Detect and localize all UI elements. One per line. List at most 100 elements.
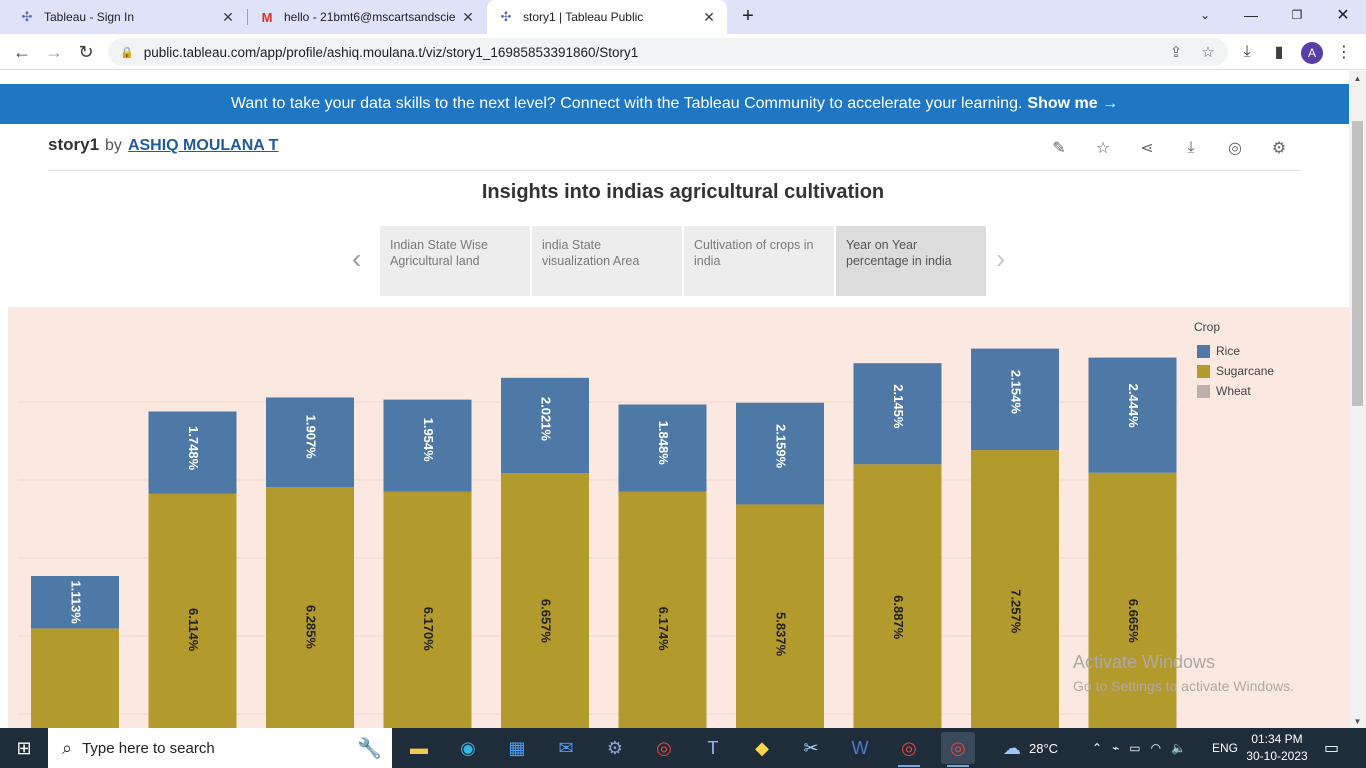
tab-story1[interactable]: ✣ story1 | Tableau Public ✕ [487, 0, 727, 34]
tab-gmail[interactable]: M hello - 21bmt6@mscartsandscie ✕ [248, 0, 486, 34]
legend-swatch [1197, 344, 1210, 358]
rice-data-label: 2.444% [1126, 384, 1141, 429]
sugarcane-data-label: 7.257% [1009, 589, 1024, 634]
legend-label: Sugarcane [1216, 364, 1275, 378]
volume-icon[interactable]: 🔈 [1171, 741, 1186, 755]
weather-temp: 28°C [1029, 740, 1059, 756]
bookmark-star-icon[interactable]: ☆ [1198, 42, 1218, 62]
favorite-star-icon[interactable]: ☆ [1092, 137, 1114, 159]
tab-search-icon[interactable]: ⌄ [1182, 0, 1228, 30]
close-tab-icon[interactable]: ✕ [701, 9, 717, 25]
legend-item-rice[interactable]: Rice [1194, 341, 1274, 361]
tab-tableau-sign-in[interactable]: ✣ Tableau - Sign In ✕ [0, 0, 246, 34]
minimize-button[interactable]: — [1228, 0, 1274, 30]
snipping-tool-icon[interactable]: ✂ [794, 732, 828, 764]
story-point-3[interactable]: Cultivation of crops in india [684, 226, 834, 296]
menu-icon[interactable]: ⋮ [1334, 42, 1354, 62]
taskbar-clock[interactable]: 01:34 PM 30-10-2023 [1246, 731, 1308, 765]
url-text: public.tableau.com/app/profile/ashiq.mou… [143, 44, 639, 60]
edge-icon[interactable]: ◉ [451, 732, 485, 764]
legend-item-wheat[interactable]: Wheat [1194, 381, 1274, 401]
restore-button[interactable]: ❐ [1274, 0, 1320, 30]
weather-widget[interactable]: ☁ 28°C [1003, 728, 1058, 768]
viz-name: story1 [48, 135, 100, 154]
story-next-arrow-icon[interactable]: › [996, 243, 1005, 275]
gmail-icon: M [261, 9, 273, 25]
web-page: Want to take your data skills to the nex… [0, 71, 1349, 728]
tex-icon[interactable]: T [696, 732, 730, 764]
address-bar[interactable]: 🔒 public.tableau.com/app/profile/ashiq.m… [108, 38, 1228, 66]
profile-avatar[interactable]: A [1301, 42, 1323, 64]
clock-time: 01:34 PM [1251, 732, 1303, 746]
word-icon[interactable]: W [843, 732, 877, 764]
chrome-icon[interactable]: ◎ [647, 732, 681, 764]
share-icon[interactable]: ⇪ [1166, 42, 1186, 62]
close-tab-icon[interactable]: ✕ [220, 9, 236, 25]
app-icon[interactable]: ⚙ [598, 732, 632, 764]
new-tab-button[interactable]: + [737, 5, 759, 27]
scrollbar-thumb[interactable] [1352, 121, 1363, 406]
sugarcane-data-label: 6.657% [539, 599, 554, 644]
legend-item-sugarcane[interactable]: Sugarcane [1194, 361, 1274, 381]
chevron-up-icon[interactable]: ⌃ [1092, 741, 1102, 755]
story-prev-arrow-icon[interactable]: ‹ [352, 243, 361, 275]
mail-icon[interactable]: ✉ [549, 732, 583, 764]
scroll-up-arrow-icon[interactable]: ▲ [1349, 71, 1366, 85]
browser-toolbar: ← → ↻ 🔒 public.tableau.com/app/profile/a… [0, 34, 1366, 70]
activate-windows-watermark: Activate Windows Go to Settings to activ… [1073, 652, 1294, 694]
viz-header: story1 by ASHIQ MOULANA T [48, 135, 278, 155]
community-banner[interactable]: Want to take your data skills to the nex… [0, 84, 1349, 124]
story-point-4[interactable]: Year on Year percentage in india [836, 226, 986, 296]
language-indicator[interactable]: ENG [1212, 728, 1238, 768]
sugarcane-data-label: 6.170% [421, 607, 436, 652]
tab-title: story1 | Tableau Public [523, 10, 644, 24]
lock-icon: 🔒 [120, 46, 134, 59]
network-icon[interactable]: ⌁ [1112, 741, 1119, 755]
wifi-icon[interactable]: ◠ [1151, 741, 1161, 755]
search-icon: ⌕ [62, 737, 73, 758]
system-tray-icons[interactable]: ⌃ ⌁ ▭ ◠ 🔈 [1092, 728, 1186, 768]
download-icon[interactable]: ⤓ [1237, 42, 1257, 62]
sugarcane-data-label: 6.887% [891, 595, 906, 640]
rice-data-label: 2.154% [1009, 370, 1024, 415]
windows-start-icon[interactable]: ⊞ [0, 728, 48, 768]
file-explorer-icon[interactable]: ▬ [402, 732, 436, 764]
watermark-line2: Go to Settings to activate Windows. [1073, 678, 1294, 694]
browser-tab-strip: ✣ Tableau - Sign In ✕ M hello - 21bmt6@m… [0, 0, 1366, 34]
edit-viz-icon[interactable]: ✎ [1048, 137, 1070, 159]
rice-data-label: 1.907% [304, 415, 319, 460]
miktex-icon[interactable]: ◆ [745, 732, 779, 764]
tableau-icon: ✣ [500, 9, 512, 24]
notification-icon[interactable]: ▭ [1324, 728, 1339, 768]
page-scrollbar[interactable]: ▲ ▼ [1349, 71, 1366, 728]
close-window-button[interactable]: ✕ [1320, 0, 1366, 30]
taskbar-search[interactable]: ⌕ Type here to search 🔧 [48, 728, 392, 768]
author-link[interactable]: ASHIQ MOULANA T [128, 137, 279, 155]
battery-icon[interactable]: ▭ [1129, 741, 1140, 755]
download-viz-icon[interactable]: ⤓ [1180, 137, 1202, 159]
cloud-rain-icon: ☁ [1003, 737, 1021, 758]
bar-sugarcane[interactable] [31, 628, 119, 728]
share-icon[interactable]: ⋖ [1136, 137, 1158, 159]
viz-by: by [105, 137, 122, 154]
store-icon[interactable]: ▦ [500, 732, 534, 764]
sugarcane-data-label: 5.837% [774, 612, 789, 657]
stacked-bar-chart: 1.113% 1.748% 6.114% 1.907% 6.285% 1.954% 6.17… [8, 307, 1349, 728]
reload-button[interactable]: ↻ [74, 40, 98, 64]
chrome-active-icon[interactable]: ◎ [941, 732, 975, 767]
back-button[interactable]: ← [10, 40, 34, 64]
close-tab-icon[interactable]: ✕ [460, 9, 476, 25]
story-point-2[interactable]: india State visualization Area [532, 226, 682, 296]
rice-data-label: 2.159% [774, 424, 789, 469]
chrome-profile-icon[interactable]: ◎ [892, 732, 926, 767]
settings-gear-icon[interactable]: ⚙ [1268, 137, 1290, 159]
legend-swatch [1197, 364, 1210, 378]
sugarcane-data-label: 6.665% [1126, 599, 1141, 644]
metadata-icon[interactable]: ◎ [1224, 137, 1246, 159]
rice-data-label: 2.145% [891, 384, 906, 429]
forward-button[interactable]: → [42, 40, 66, 64]
side-panel-icon[interactable]: ▮ [1269, 42, 1289, 62]
scroll-down-arrow-icon[interactable]: ▼ [1349, 714, 1366, 728]
story-point-1[interactable]: Indian State Wise Agricultural land [380, 226, 530, 296]
show-me-link[interactable]: Show me → [1027, 95, 1118, 113]
